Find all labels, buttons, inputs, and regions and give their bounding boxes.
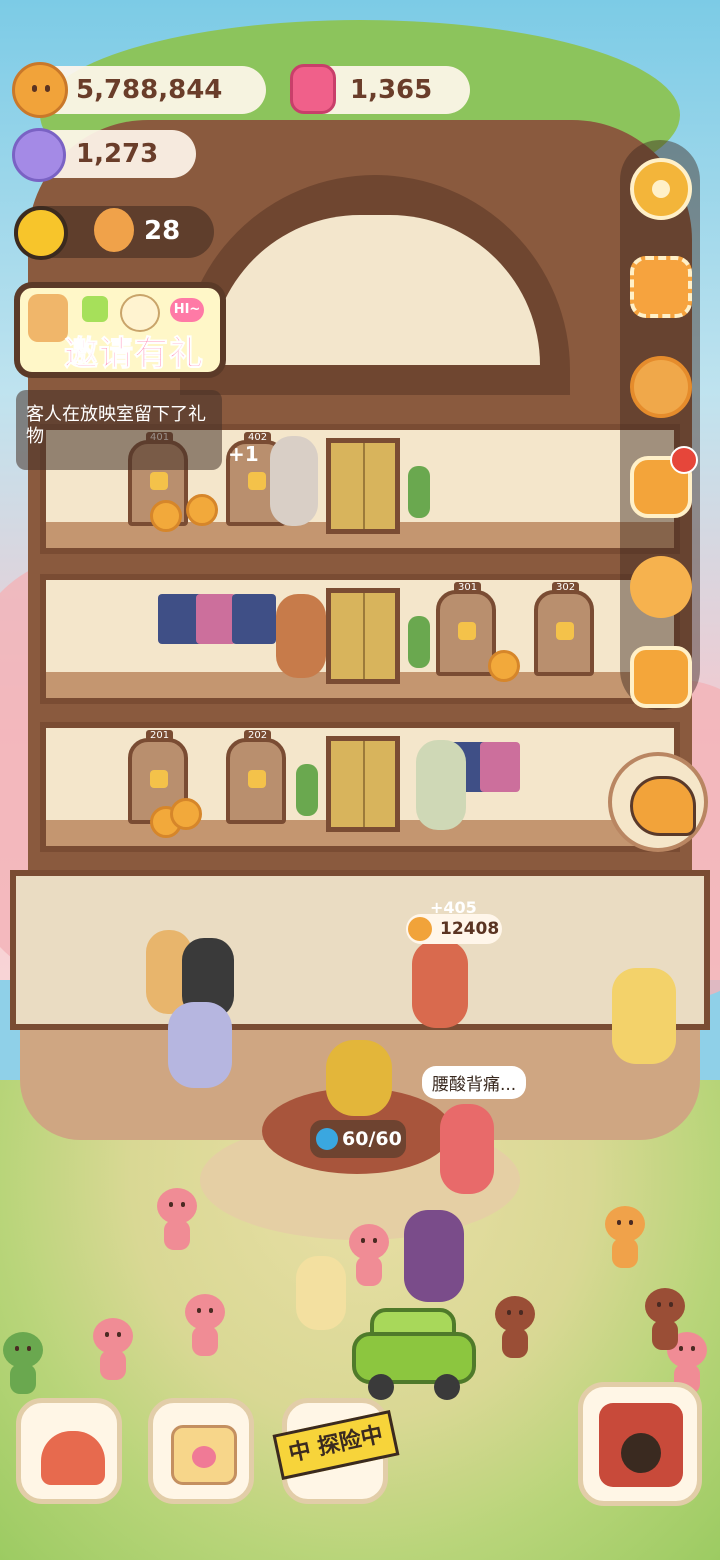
- cookie-person[interactable]: [154, 1188, 200, 1250]
- coin-total: 12408: [440, 919, 500, 939]
- cookie-coin-icon: [12, 62, 68, 118]
- car-wheel: [434, 1374, 460, 1400]
- visitor-character[interactable]: [296, 1256, 346, 1330]
- guest-character[interactable]: [412, 940, 468, 1028]
- guest-character[interactable]: [440, 1104, 494, 1194]
- jelly-gem-icon: [290, 64, 336, 114]
- plus-icon: [82, 296, 108, 322]
- floor-2[interactable]: 201 202: [40, 722, 680, 852]
- elevator-door[interactable]: [326, 438, 400, 534]
- guest-character[interactable]: [612, 968, 676, 1064]
- sun-level-icon: [14, 206, 68, 260]
- notification-text: 客人在放映室留下了礼物: [26, 404, 206, 447]
- room-door-301[interactable]: [436, 590, 496, 676]
- cookie-coin-pickup[interactable]: [186, 494, 218, 526]
- car-body: [352, 1332, 476, 1384]
- candy-icon: [12, 128, 66, 182]
- medal-icon[interactable]: [630, 356, 692, 418]
- cookie-person[interactable]: [182, 1294, 228, 1356]
- energy-value: 60/60: [342, 1128, 402, 1150]
- cookie-person[interactable]: [90, 1318, 136, 1380]
- theater-curtain: [232, 594, 276, 644]
- heart-icon: [150, 472, 168, 490]
- calendar-button[interactable]: [148, 1398, 254, 1504]
- theater-icon: [599, 1403, 683, 1487]
- cookie-head-icon: [94, 208, 134, 252]
- theater-curtain: [480, 742, 520, 792]
- candy-count: 1,273: [76, 139, 159, 169]
- friend-avatar-icon: [28, 294, 68, 342]
- gear-icon[interactable]: [630, 158, 692, 220]
- gift-notification: 客人在放映室留下了礼物: [16, 390, 222, 470]
- heart-icon: [248, 770, 266, 788]
- room-door-202[interactable]: [226, 738, 286, 824]
- room-number: 202: [244, 730, 272, 741]
- notification-dot: [670, 446, 698, 474]
- car-wheel: [368, 1374, 394, 1400]
- energy-counter[interactable]: 60/60: [310, 1120, 406, 1158]
- energy-icon: [316, 1128, 338, 1150]
- stamp-icon[interactable]: [630, 256, 692, 318]
- coin-total-badge[interactable]: 12408: [406, 914, 502, 944]
- cookie-person[interactable]: [602, 1206, 648, 1268]
- heart-icon: [150, 770, 168, 788]
- cookie-person[interactable]: [492, 1296, 538, 1358]
- cookie-coin-pickup[interactable]: [170, 798, 202, 830]
- calendar-heart-icon: [171, 1425, 237, 1485]
- room-number: 201: [146, 730, 174, 741]
- hi-badge: HI~: [170, 298, 204, 322]
- guest-character[interactable]: [276, 594, 326, 678]
- jelly-count: 1,365: [350, 75, 433, 105]
- room-number: 302: [552, 582, 580, 593]
- camera-icon[interactable]: [630, 646, 692, 708]
- floor-3[interactable]: 301 302: [40, 574, 680, 704]
- cookie-person[interactable]: [346, 1224, 392, 1286]
- cookie-count: 5,788,844: [76, 75, 223, 105]
- theater-button[interactable]: [578, 1382, 702, 1506]
- room-door-302[interactable]: [534, 590, 594, 676]
- elevator-door[interactable]: [326, 588, 400, 684]
- heart-icon: [458, 622, 476, 640]
- speech-bubble: 腰酸背痛...: [422, 1066, 527, 1099]
- pastry-icon[interactable]: [608, 752, 708, 852]
- plus-one-popup: +1: [228, 442, 259, 466]
- theater-curtain: [196, 594, 236, 644]
- house-icon: [41, 1431, 105, 1485]
- heart-icon: [248, 472, 266, 490]
- receptionist[interactable]: [326, 1040, 392, 1116]
- green-car[interactable]: [352, 1308, 476, 1400]
- cookie-coin-pickup[interactable]: [150, 500, 182, 532]
- room-number: 301: [454, 582, 482, 593]
- potted-plant: [408, 466, 430, 518]
- heart-icon: [556, 622, 574, 640]
- potted-plant: [408, 616, 430, 668]
- friends-icon[interactable]: [630, 556, 692, 618]
- cookie-person[interactable]: [0, 1332, 46, 1394]
- lobby-floor[interactable]: [10, 870, 710, 1030]
- level-number: 28: [144, 216, 181, 246]
- guest-character[interactable]: [270, 436, 318, 526]
- invite-label: 邀请有礼: [64, 334, 204, 375]
- speech-text: 腰酸背痛...: [432, 1075, 517, 1095]
- house-button[interactable]: [16, 1398, 122, 1504]
- elevator-door[interactable]: [326, 736, 400, 832]
- guest-character[interactable]: [416, 740, 466, 830]
- visitor-character[interactable]: [404, 1210, 464, 1302]
- right-sidebar: [620, 140, 700, 710]
- potted-plant: [296, 764, 318, 816]
- cookie-coin-icon: [408, 917, 432, 941]
- cookie-coin-pickup[interactable]: [488, 650, 520, 682]
- cookie-person[interactable]: [642, 1288, 688, 1350]
- invite-reward-button[interactable]: HI~ 邀请有礼: [14, 282, 226, 378]
- guest-character[interactable]: [168, 1002, 232, 1088]
